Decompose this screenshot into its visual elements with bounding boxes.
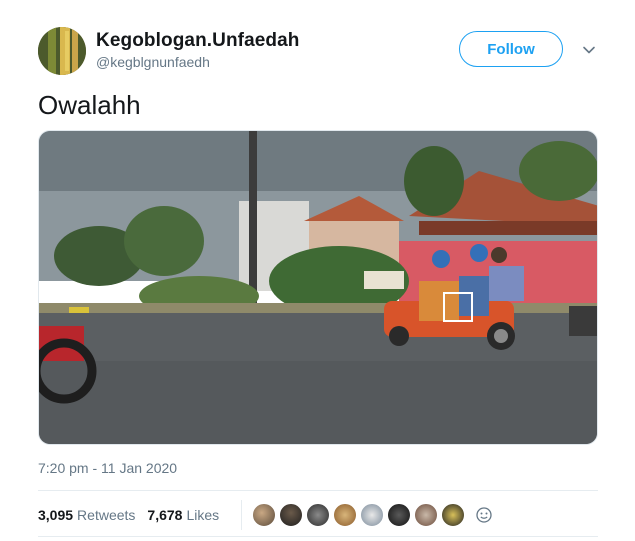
tweet-timestamp[interactable]: 7:20 pm - 11 Jan 2020	[38, 460, 177, 476]
liker-avatar[interactable]	[414, 503, 439, 527]
likers-avatars[interactable]	[252, 503, 494, 527]
tweet-video[interactable]	[38, 130, 598, 445]
follow-button[interactable]: Follow	[459, 31, 563, 67]
tweet-text: Owalahh	[38, 90, 141, 120]
divider	[38, 536, 598, 537]
retweets-count[interactable]: 3,095	[38, 507, 73, 523]
divider	[38, 490, 598, 491]
liker-avatar[interactable]	[333, 503, 358, 527]
stats-separator	[241, 500, 243, 530]
liker-avatar[interactable]	[441, 503, 466, 527]
liker-avatar[interactable]	[306, 503, 331, 527]
retweets-label[interactable]: Retweets	[77, 507, 135, 523]
likes-count[interactable]: 7,678	[147, 507, 182, 523]
liker-avatar[interactable]	[279, 503, 304, 527]
smiley-icon[interactable]	[474, 505, 494, 525]
liker-avatar[interactable]	[387, 503, 412, 527]
tweet-stats: 3,095 Retweets 7,678 Likes	[38, 500, 494, 530]
likes-label[interactable]: Likes	[186, 507, 219, 523]
liker-avatar[interactable]	[252, 503, 277, 527]
liker-avatar[interactable]	[360, 503, 385, 527]
chevron-down-icon[interactable]	[581, 42, 597, 58]
display-name[interactable]: Kegoblogan.Unfaedah	[96, 30, 300, 52]
avatar[interactable]	[38, 27, 86, 75]
user-handle[interactable]: @kegblgnunfaedh	[96, 54, 210, 70]
